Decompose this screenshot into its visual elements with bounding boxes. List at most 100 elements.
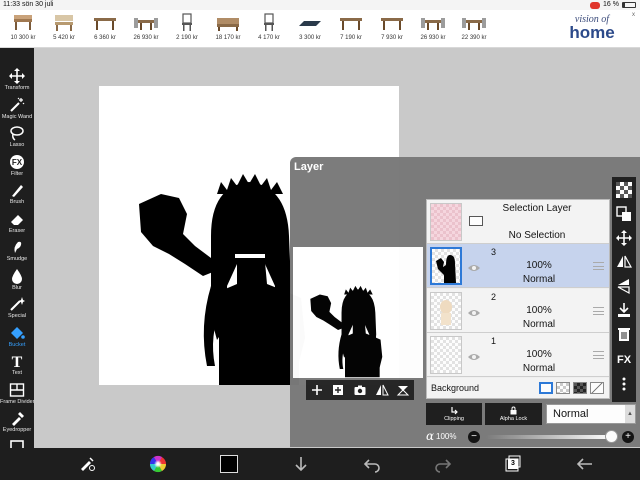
ad-banner[interactable]: 10 300 kr 5 420 kr 6 360 kr 26 930 kr 2 190 … [0,10,640,48]
tool-label: Blur [12,284,22,291]
svg-text:FX: FX [12,158,23,167]
bench-icon [52,13,76,31]
tool-eyedropper[interactable]: Eyedropper [0,410,34,438]
checkerboard-icon[interactable] [616,182,632,198]
ad-product-item[interactable]: 3 300 kr [290,10,330,48]
color-wheel-icon[interactable] [149,455,167,473]
tool-brush[interactable]: Brush [0,182,34,210]
opacity-increase-button[interactable]: + [622,431,634,443]
ad-product-item[interactable]: 6 360 kr [85,10,125,48]
tool-bucket[interactable]: Bucket [0,325,34,353]
layer-number: 2 [491,291,497,302]
layer-copy-icon[interactable] [616,206,632,222]
selection-layer-thumbnail [430,203,462,241]
tool-special[interactable]: Special [0,296,34,324]
ad-product-item[interactable]: 5 420 kr [44,10,84,48]
ad-close-icon[interactable]: x [630,12,637,19]
background-transparent-swatch[interactable] [590,382,604,394]
fx-filter-icon: FX [9,154,25,170]
current-color-swatch[interactable] [220,455,238,473]
opacity-decrease-button[interactable]: − [468,431,480,443]
ad-product-price: 22 390 kr [461,35,487,41]
ad-product-item[interactable]: 7 930 kr [372,10,412,48]
tool-label: Frame Divider [0,398,35,405]
blend-mode-select[interactable]: Normal ▲ [546,404,636,424]
tool-label: Lasso [9,142,25,148]
smudge-icon [9,239,25,255]
tool-filter[interactable]: FX Filter [0,154,34,182]
tool-lasso[interactable]: Lasso [0,125,34,153]
selection-layer-title: Selection Layer [502,203,572,214]
undo-icon[interactable] [363,455,381,473]
layer-panel: Layer Selection Layer No Selection 3 100… [290,157,640,447]
camera-icon[interactable] [353,383,367,397]
add-layer-icon[interactable] [310,383,324,397]
more-options-icon[interactable] [616,376,632,392]
layer-row[interactable]: 2 100% Normal [427,288,609,333]
tool-label: Bucket [8,341,26,348]
background-row: Background [427,378,609,398]
duplicate-layer-icon[interactable] [331,383,345,397]
ad-brand-logo[interactable]: vision of home [552,14,632,41]
visibility-eye-icon[interactable] [467,305,481,316]
status-time: 11:33 [3,1,20,8]
flip-vertical-icon[interactable] [616,278,632,295]
fx-icon[interactable]: FX [616,352,632,368]
ad-product-item[interactable]: 10 300 kr [3,10,43,48]
status-time-date: 11:33 sön 30 juli [3,0,53,10]
visibility-eye-icon[interactable] [467,260,481,271]
tool-frame-divider[interactable]: Frame Divider [0,382,35,410]
alpha-lock-button[interactable]: Alpha Lock [485,403,542,425]
move-icon[interactable] [616,230,632,246]
download-layer-icon[interactable] [616,302,632,318]
ad-product-item[interactable]: 26 930 kr [413,10,453,48]
ad-product-item[interactable]: 18 170 kr [208,10,248,48]
layer-side-toolbar: FX [612,177,636,402]
layer-count: 3 [508,459,518,469]
drag-handle-icon[interactable] [593,262,604,270]
ad-product-item[interactable]: 7 190 kr [331,10,371,48]
layer-thumbnail [430,247,462,285]
tool-eraser[interactable]: Eraser [0,211,34,239]
chair-icon [257,13,281,31]
ad-product-item[interactable]: 4 170 kr [249,10,289,48]
bucket-icon [9,325,25,341]
lasso-icon [9,125,25,141]
trash-icon[interactable] [616,326,632,342]
tool-label: Brush [9,199,25,205]
flip-horizontal-icon[interactable] [616,254,633,270]
modify-brush-icon[interactable] [78,455,96,473]
status-indicators: 16 % [590,0,636,10]
ad-product-item[interactable]: 2 190 kr [167,10,207,48]
patio-furniture-icon [11,13,35,31]
drag-handle-icon[interactable] [593,306,604,315]
blur-drop-icon [9,268,25,284]
svg-text:T: T [12,354,23,369]
background-dark-checker-swatch[interactable] [573,382,587,394]
tool-bar: Transform Magic Wand Lasso FX Filter Brush Era… [0,48,35,462]
tool-magic-wand[interactable]: Magic Wand [0,97,34,125]
merge-layer-icon[interactable] [396,383,410,397]
selection-layer-row[interactable]: Selection Layer No Selection [427,200,609,244]
back-arrow-icon[interactable] [576,455,594,473]
ad-product-item[interactable]: 26 930 kr [126,10,166,48]
layers-button[interactable]: 3 [505,455,521,473]
redo-icon[interactable] [434,455,452,473]
battery-percent: 16 % [603,1,619,8]
layer-row[interactable]: 1 100% Normal [427,333,609,377]
tool-text[interactable]: T Text [0,353,34,381]
tool-blur[interactable]: Blur [0,268,34,296]
ad-product-item[interactable]: 22 390 kr [454,10,494,48]
visibility-eye-icon[interactable] [467,349,481,360]
tool-transform[interactable]: Transform [0,68,34,96]
opacity-slider-handle[interactable] [605,430,618,443]
drag-handle-icon[interactable] [593,351,604,359]
clipping-button[interactable]: Clipping [426,403,482,425]
layer-row[interactable]: 3 100% Normal [427,244,609,288]
flip-layer-icon[interactable] [375,383,389,397]
opacity-slider-track[interactable] [486,435,612,439]
arrow-down-icon[interactable] [292,455,310,473]
background-light-checker-swatch[interactable] [556,382,570,394]
tool-smudge[interactable]: Smudge [0,239,34,267]
background-white-swatch[interactable] [539,382,553,394]
